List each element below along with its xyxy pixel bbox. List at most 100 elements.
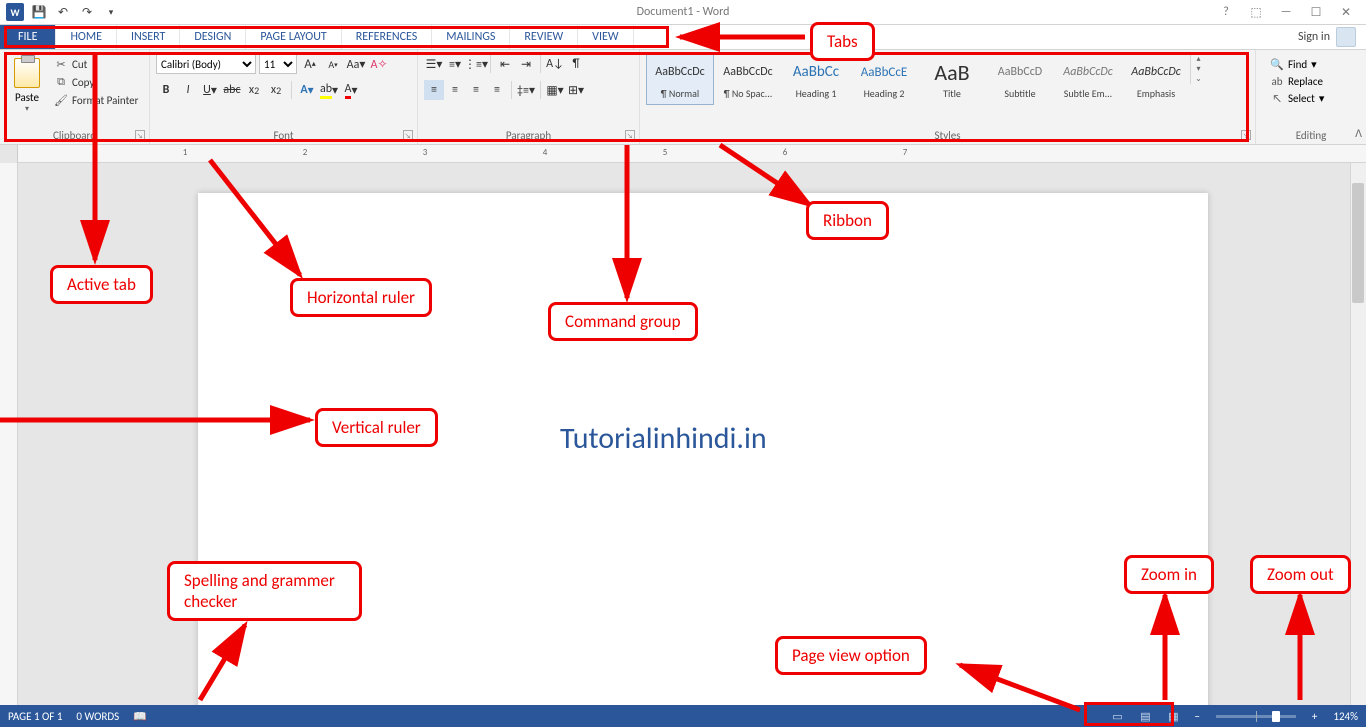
- word-count[interactable]: 0 WORDS: [76, 710, 119, 723]
- window-controls: ? ⬚ — ☐ ✕: [1214, 2, 1366, 22]
- replace-button[interactable]: abReplace: [1270, 74, 1352, 88]
- collapse-ribbon-icon[interactable]: ᐱ: [1355, 127, 1362, 140]
- group-font: Calibri (Body) 11 A▴ A▾ Aa▾ A✧ B I U▾ ab…: [150, 50, 418, 144]
- select-button[interactable]: ↖Select ▾: [1270, 91, 1352, 105]
- select-icon: ↖: [1270, 91, 1284, 105]
- paragraph-launcher[interactable]: ↘: [625, 130, 635, 140]
- font-size-combo[interactable]: 11: [259, 54, 297, 74]
- tab-view[interactable]: VIEW: [578, 25, 633, 49]
- replace-icon: ab: [1270, 74, 1284, 88]
- bold-button[interactable]: B: [156, 80, 176, 100]
- callout-spell: Spelling and grammer checker: [167, 561, 362, 621]
- maximize-icon[interactable]: ☐: [1304, 2, 1328, 22]
- tab-page-layout[interactable]: PAGE LAYOUT: [246, 25, 341, 49]
- zoom-in-button[interactable]: +: [1308, 710, 1321, 723]
- style--no-spac-[interactable]: AaBbCcDc¶ No Spac...: [714, 54, 782, 105]
- read-mode-icon[interactable]: ▭: [1106, 707, 1128, 725]
- document-title: Document1 - Word: [637, 5, 730, 19]
- undo-icon[interactable]: ↶: [52, 1, 74, 23]
- close-icon[interactable]: ✕: [1334, 2, 1358, 22]
- zoom-out-button[interactable]: −: [1190, 710, 1203, 723]
- find-button[interactable]: 🔍Find ▾: [1270, 57, 1352, 71]
- save-icon[interactable]: 💾: [28, 1, 50, 23]
- cut-button[interactable]: ✂Cut: [54, 57, 138, 71]
- sort-button[interactable]: A↓: [545, 54, 565, 74]
- line-spacing-button[interactable]: ‡≡▾: [516, 80, 536, 100]
- vertical-ruler[interactable]: [0, 163, 18, 708]
- redo-icon[interactable]: ↷: [76, 1, 98, 23]
- bullets-button[interactable]: ☰▾: [424, 54, 444, 74]
- quick-access-toolbar: W 💾 ↶ ↷ ▾: [0, 1, 122, 23]
- strike-button[interactable]: abc: [222, 80, 242, 100]
- style-heading-1[interactable]: AaBbCcHeading 1: [782, 54, 850, 105]
- font-name-combo[interactable]: Calibri (Body): [156, 54, 256, 74]
- print-layout-icon[interactable]: ▤: [1134, 707, 1156, 725]
- ribbon-display-icon[interactable]: ⬚: [1244, 2, 1268, 22]
- paste-icon: [14, 58, 40, 88]
- text-effects-button[interactable]: A▾: [297, 80, 317, 100]
- multilevel-button[interactable]: ⋮≡▾: [466, 54, 486, 74]
- sign-in[interactable]: Sign in: [1298, 25, 1366, 49]
- style-subtitle[interactable]: AaBbCcDSubtitle: [986, 54, 1054, 105]
- format-painter-button[interactable]: 🖌Format Painter: [54, 93, 138, 107]
- tab-design[interactable]: DESIGN: [180, 25, 246, 49]
- shading-button[interactable]: ▦▾: [545, 80, 565, 100]
- highlight-button[interactable]: ab▾: [319, 80, 339, 100]
- borders-button[interactable]: ⊞▾: [566, 80, 586, 100]
- tab-insert[interactable]: INSERT: [117, 25, 180, 49]
- font-color-button[interactable]: A▾: [341, 80, 361, 100]
- tab-review[interactable]: REVIEW: [510, 25, 578, 49]
- style-subtle-em-[interactable]: AaBbCcDcSubtle Em...: [1054, 54, 1122, 105]
- align-right-button[interactable]: ≡: [466, 80, 486, 100]
- superscript-button[interactable]: x2: [266, 80, 286, 100]
- style-emphasis[interactable]: AaBbCcDcEmphasis: [1122, 54, 1190, 105]
- tab-mailings[interactable]: MAILINGS: [432, 25, 510, 49]
- word-app-icon[interactable]: W: [4, 1, 26, 23]
- brush-icon: 🖌: [54, 93, 68, 107]
- clear-format-button[interactable]: A✧: [369, 54, 389, 74]
- horizontal-ruler[interactable]: 1234567: [0, 145, 1366, 163]
- callout-zoom-out: Zoom out: [1250, 555, 1351, 594]
- decrease-indent-button[interactable]: ⇤: [495, 54, 515, 74]
- underline-button[interactable]: U▾: [200, 80, 220, 100]
- paste-button[interactable]: Paste ▾: [6, 54, 48, 114]
- ribbon: Paste ▾ ✂Cut ⧉Copy 🖌Format Painter Clipb…: [0, 50, 1366, 145]
- web-layout-icon[interactable]: ▦: [1162, 707, 1184, 725]
- qat-customize-icon[interactable]: ▾: [100, 1, 122, 23]
- justify-button[interactable]: ≡: [487, 80, 507, 100]
- italic-button[interactable]: I: [178, 80, 198, 100]
- copy-button[interactable]: ⧉Copy: [54, 75, 138, 89]
- group-paragraph: ☰▾ ≡▾ ⋮≡▾ ⇤ ⇥ A↓ ¶ ≡ ≡ ≡ ≡ ‡≡▾ ▦▾ ⊞▾: [418, 50, 640, 144]
- align-center-button[interactable]: ≡: [445, 80, 465, 100]
- page-count[interactable]: PAGE 1 OF 1: [8, 710, 62, 723]
- styles-gallery[interactable]: AaBbCcDc¶ NormalAaBbCcDc¶ No Spac...AaBb…: [646, 54, 1190, 105]
- numbering-button[interactable]: ≡▾: [445, 54, 465, 74]
- change-case-button[interactable]: Aa▾: [346, 54, 366, 74]
- align-left-button[interactable]: ≡: [424, 80, 444, 100]
- styles-expand[interactable]: ▴▾⌄: [1190, 54, 1206, 84]
- clipboard-launcher[interactable]: ↘: [135, 130, 145, 140]
- vertical-scrollbar[interactable]: [1350, 163, 1366, 708]
- zoom-slider[interactable]: [1216, 715, 1296, 718]
- grow-font-button[interactable]: A▴: [300, 54, 320, 74]
- tab-file[interactable]: FILE: [0, 25, 56, 49]
- minimize-icon[interactable]: —: [1274, 2, 1298, 22]
- spell-check-icon[interactable]: 📖: [133, 710, 147, 723]
- subscript-button[interactable]: x2: [244, 80, 264, 100]
- tab-references[interactable]: REFERENCES: [342, 25, 433, 49]
- scissors-icon: ✂: [54, 57, 68, 71]
- zoom-level[interactable]: 124%: [1333, 710, 1358, 723]
- style-heading-2[interactable]: AaBbCcEHeading 2: [850, 54, 918, 105]
- style-title[interactable]: AaBTitle: [918, 54, 986, 105]
- show-marks-button[interactable]: ¶: [566, 54, 586, 74]
- shrink-font-button[interactable]: A▾: [323, 54, 343, 74]
- style--normal[interactable]: AaBbCcDc¶ Normal: [646, 54, 714, 105]
- callout-active-tab: Active tab: [50, 265, 153, 304]
- callout-page-view: Page view option: [775, 636, 927, 675]
- styles-launcher[interactable]: ↘: [1241, 130, 1251, 140]
- increase-indent-button[interactable]: ⇥: [516, 54, 536, 74]
- font-launcher[interactable]: ↘: [403, 130, 413, 140]
- tab-home[interactable]: HOME: [56, 25, 117, 49]
- sign-in-label: Sign in: [1298, 30, 1330, 44]
- help-icon[interactable]: ?: [1214, 2, 1238, 22]
